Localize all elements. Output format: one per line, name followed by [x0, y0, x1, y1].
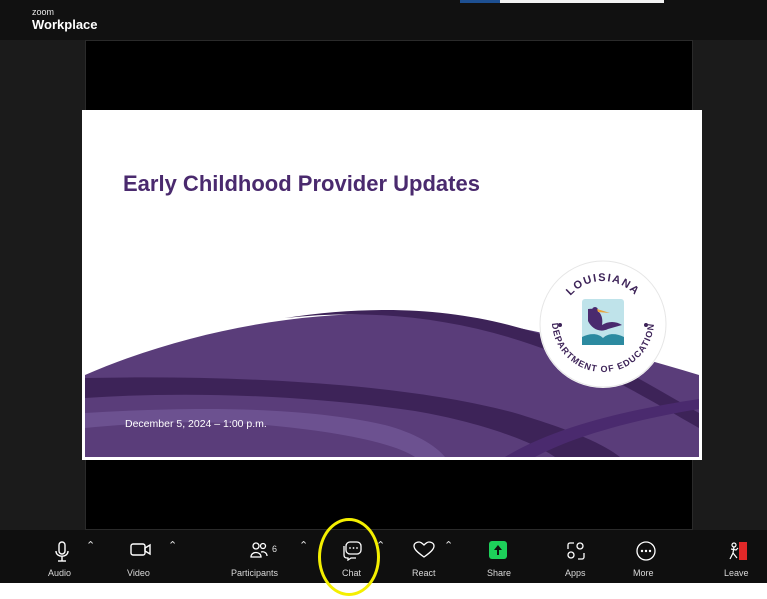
apps-button[interactable]: Apps: [562, 530, 592, 583]
zoom-window: zoom Workplace Early Childhood Provider …: [0, 0, 767, 583]
zoom-logo-small: zoom: [32, 7, 55, 17]
audio-options-chevron-icon[interactable]: ⌃: [86, 539, 95, 552]
participants-button[interactable]: 6 Participants: [228, 530, 292, 583]
shared-slide: Early Childhood Provider Updates Decembe…: [82, 110, 702, 460]
more-label: More: [633, 568, 654, 578]
apps-label: Apps: [565, 568, 586, 578]
chat-icon: [343, 541, 362, 561]
react-button[interactable]: React: [408, 530, 442, 583]
audio-button[interactable]: Audio: [44, 530, 84, 583]
slide-title: Early Childhood Provider Updates: [123, 171, 480, 196]
participants-options-chevron-icon[interactable]: ⌃: [299, 539, 308, 552]
top-indicator-light: [500, 0, 664, 3]
meeting-toolbar: Audio ⌃ Video ⌃ 6 Participants ⌃ Chat ⌃ …: [0, 530, 767, 583]
top-indicator: [460, 0, 500, 3]
chat-options-chevron-icon[interactable]: ⌃: [376, 539, 385, 552]
slide-date: December 5, 2024 – 1:00 p.m.: [125, 418, 267, 430]
participants-icon: [250, 542, 268, 558]
share-button[interactable]: Share: [484, 530, 516, 583]
chat-button[interactable]: Chat: [338, 530, 368, 583]
leave-door-icon: [729, 542, 747, 560]
workplace-logo: Workplace: [32, 17, 98, 32]
share-label: Share: [487, 568, 512, 578]
video-options-chevron-icon[interactable]: ⌃: [168, 539, 177, 552]
video-label: Video: [127, 568, 150, 578]
video-button[interactable]: Video: [124, 530, 164, 583]
participant-count: 6: [272, 544, 278, 554]
microphone-icon: [55, 541, 69, 562]
participants-label: Participants: [231, 568, 279, 578]
leave-button[interactable]: Leave: [722, 530, 754, 583]
louisiana-education-seal: LOUISIANA DEPARTMENT OF EDUCATION: [539, 260, 667, 388]
chat-label: Chat: [342, 568, 362, 578]
more-button[interactable]: More: [632, 530, 662, 583]
react-label: React: [412, 568, 436, 578]
audio-label: Audio: [48, 568, 72, 578]
leave-label: Leave: [724, 568, 749, 578]
apps-icon: [567, 542, 585, 560]
top-bar: zoom Workplace: [0, 0, 767, 40]
react-options-chevron-icon[interactable]: ⌃: [444, 539, 453, 552]
heart-icon: [413, 541, 435, 558]
share-screen-icon: [489, 541, 507, 559]
video-camera-icon: [130, 543, 151, 556]
more-options-icon: [636, 541, 656, 561]
